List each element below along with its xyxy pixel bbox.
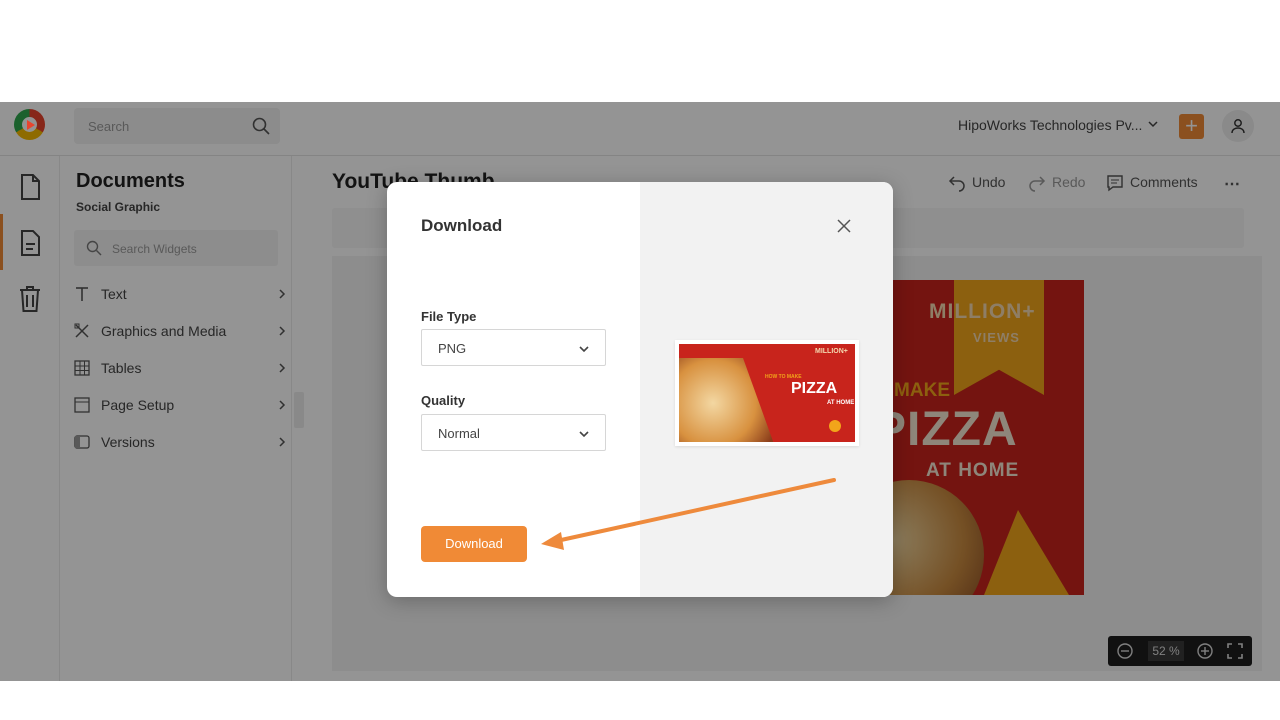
download-button[interactable]: Download [421, 526, 527, 562]
chevron-down-icon [579, 346, 589, 353]
close-icon[interactable] [836, 218, 852, 234]
preview-pizza-photo [679, 358, 779, 442]
preview-at-home: AT HOME [827, 400, 855, 406]
app-window: Search HipoWorks Technologies Pv... + Do… [0, 102, 1280, 681]
preview-image: MILLION+ HOW TO MAKE PIZZA AT HOME [679, 344, 855, 442]
download-preview: MILLION+ HOW TO MAKE PIZZA AT HOME [675, 340, 859, 446]
dialog-title: Download [421, 216, 503, 235]
quality-label: Quality [421, 393, 466, 408]
file-type-select[interactable]: PNG [421, 329, 606, 366]
preview-slice-dot [829, 420, 841, 432]
download-dialog: Download File Type PNG Quality Normal Do… [387, 182, 893, 597]
quality-select[interactable]: Normal [421, 414, 606, 451]
file-type-value: PNG [438, 341, 467, 356]
file-type-label: File Type [421, 309, 477, 324]
chevron-down-icon [579, 431, 589, 438]
preview-million: MILLION+ [815, 348, 848, 355]
quality-value: Normal [438, 426, 480, 441]
preview-pizza: PIZZA [791, 380, 838, 397]
